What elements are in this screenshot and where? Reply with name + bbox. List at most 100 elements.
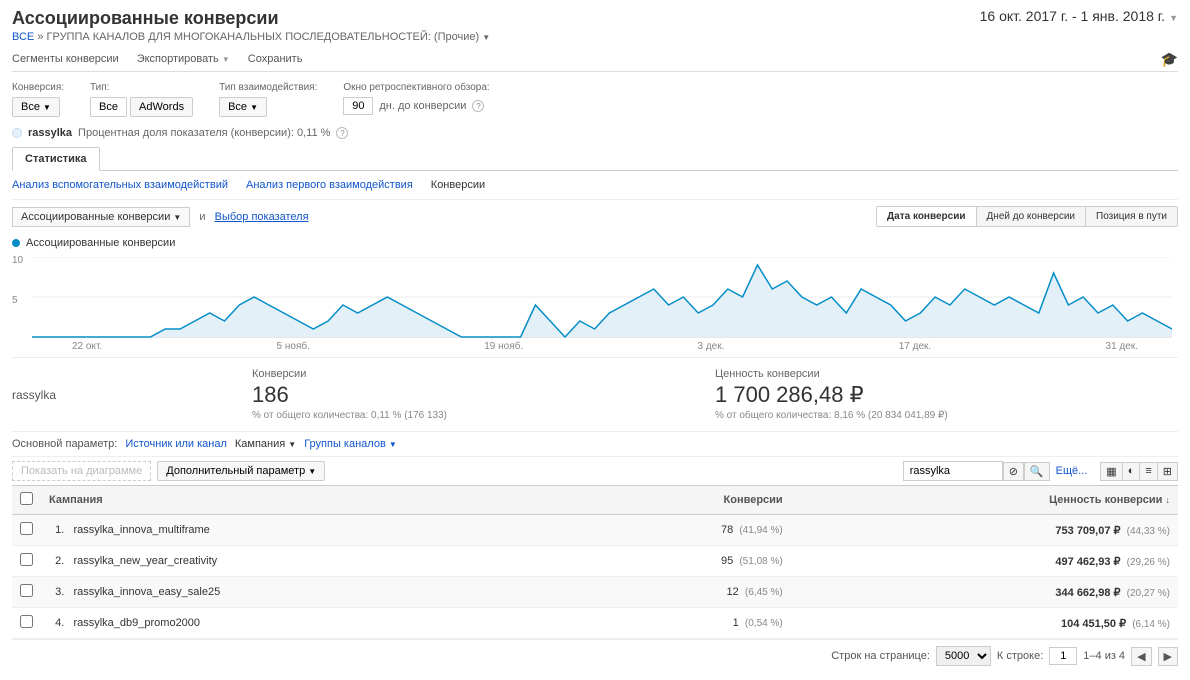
x-tick: 22 окт. [72, 341, 102, 352]
x-tick: 31 дек. [1106, 341, 1138, 352]
col-campaign[interactable]: Кампания [41, 486, 571, 515]
search-input[interactable] [903, 461, 1003, 481]
row-value: 753 709,07 ₽ (44,33 %) [791, 515, 1178, 546]
x-tick: 19 нояб. [484, 341, 523, 352]
secondary-dimension-select[interactable]: Дополнительный параметр ▼ [157, 461, 325, 481]
helper-analysis-link[interactable]: Анализ вспомогательных взаимодействий [12, 179, 228, 191]
help-icon[interactable]: ? [472, 100, 484, 112]
first-interaction-link[interactable]: Анализ первого взаимодействия [246, 179, 413, 191]
x-tick: 17 дек. [899, 341, 931, 352]
row-conversions: 12 (6,45 %) [571, 577, 791, 608]
summary-group-label: rassylka [12, 368, 252, 421]
conversions-pct: % от общего количества: 0,11 % (176 133) [252, 410, 715, 421]
conversion-value-value: 1 700 286,48 ₽ [715, 382, 1178, 408]
row-campaign[interactable]: 1. rassylka_innova_multiframe [41, 515, 571, 546]
sort-down-icon: ↓ [1166, 495, 1171, 505]
vs-metric-link[interactable]: Выбор показателя [215, 211, 309, 223]
y-tick-5: 5 [12, 295, 18, 306]
export-menu[interactable]: Экспортировать ▼ [137, 53, 230, 65]
legend-label: Ассоциированные конверсии [26, 237, 175, 249]
dim-campaign-link[interactable]: Кампания ▼ [235, 438, 296, 450]
view-table-icon[interactable]: ▦ [1100, 462, 1122, 481]
segment-name[interactable]: rassylka [28, 127, 72, 139]
interaction-label: Тип взаимодействия: [219, 82, 317, 93]
lookback-input[interactable] [343, 97, 373, 115]
goto-row-input[interactable] [1049, 647, 1077, 665]
row-value: 104 451,50 ₽ (6,14 %) [791, 608, 1178, 639]
clear-search-icon[interactable]: ⊘ [1003, 462, 1024, 481]
conversion-value-pct: % от общего количества: 8,16 % (20 834 0… [715, 410, 1178, 421]
segment-dot-icon [12, 128, 22, 138]
x-tick: 3 дек. [698, 341, 725, 352]
data-table: Кампания Конверсии Ценность конверсии ↓ … [12, 486, 1178, 639]
table-row: 4. rassylka_db9_promo2000 1 (0,54 %) 104… [12, 608, 1178, 639]
conversion-segments-link[interactable]: Сегменты конверсии [12, 53, 119, 65]
col-conversions[interactable]: Конверсии [571, 486, 791, 515]
type-adwords-button[interactable]: AdWords [130, 97, 193, 117]
row-campaign[interactable]: 3. rassylka_innova_easy_sale25 [41, 577, 571, 608]
view-percentage-icon[interactable]: ◐ [1122, 462, 1141, 481]
chart-svg [32, 257, 1172, 339]
view-performance-icon[interactable]: ≡ [1139, 462, 1157, 481]
education-icon[interactable]: 🎓 [1161, 51, 1178, 68]
row-value: 497 462,93 ₽ (29,26 %) [791, 546, 1178, 577]
conversion-select[interactable]: Все ▼ [12, 97, 60, 117]
save-link[interactable]: Сохранить [248, 53, 303, 65]
next-page-button[interactable]: ▶ [1158, 647, 1178, 666]
pager-range: 1–4 из 4 [1083, 650, 1125, 662]
chevron-down-icon: ▼ [222, 55, 230, 64]
row-conversions: 1 (0,54 %) [571, 608, 791, 639]
table-row: 2. rassylka_new_year_creativity 95 (51,0… [12, 546, 1178, 577]
row-checkbox[interactable] [20, 522, 33, 535]
and-text: и [199, 211, 205, 223]
table-row: 1. rassylka_innova_multiframe 78 (41,94 … [12, 515, 1178, 546]
interaction-select[interactable]: Все ▼ [219, 97, 267, 117]
date-range-picker[interactable]: 16 окт. 2017 г. - 1 янв. 2018 г.▼ [980, 8, 1178, 24]
row-value: 344 662,98 ₽ (20,27 %) [791, 577, 1178, 608]
search-icon[interactable]: 🔍 [1024, 462, 1050, 481]
conversions-title: Конверсии [252, 368, 715, 380]
conversions-value: 186 [252, 382, 715, 408]
page-title: Ассоциированные конверсии [12, 8, 490, 29]
help-icon[interactable]: ? [336, 127, 348, 139]
conversions-link[interactable]: Конверсии [431, 179, 485, 191]
goto-row-label: К строке: [997, 650, 1043, 662]
metric-select[interactable]: Ассоциированные конверсии ▼ [12, 207, 190, 227]
row-campaign[interactable]: 4. rassylka_db9_promo2000 [41, 608, 571, 639]
y-tick-10: 10 [12, 255, 23, 266]
select-all-checkbox[interactable] [20, 492, 33, 505]
legend-dot-icon [12, 239, 20, 247]
dim-source-link[interactable]: Источник или канал [125, 438, 227, 450]
segment-description: Процентная доля показателя (конверсии): … [78, 127, 330, 139]
row-checkbox[interactable] [20, 615, 33, 628]
lookback-suffix: дн. до конверсии [379, 100, 466, 112]
chart-tab-date[interactable]: Дата конверсии [877, 207, 976, 226]
row-conversions: 78 (41,94 %) [571, 515, 791, 546]
tab-statistics[interactable]: Статистика [12, 147, 100, 171]
rows-per-page-select[interactable]: 5000 [936, 646, 991, 666]
table-row: 3. rassylka_innova_easy_sale25 12 (6,45 … [12, 577, 1178, 608]
chart-tab-days[interactable]: Дней до конверсии [976, 207, 1085, 226]
dim-channel-groups-link[interactable]: Группы каналов ▼ [304, 438, 397, 450]
x-tick: 5 нояб. [277, 341, 310, 352]
advanced-search-link[interactable]: Ещё... [1056, 465, 1088, 477]
plot-rows-button: Показать на диаграмме [12, 461, 151, 481]
primary-dimension-label: Основной параметр: [12, 438, 117, 450]
view-comparison-icon[interactable]: ⊞ [1157, 462, 1178, 481]
row-conversions: 95 (51,08 %) [571, 546, 791, 577]
rows-per-page-label: Строк на странице: [831, 650, 930, 662]
conversion-value-title: Ценность конверсии [715, 368, 1178, 380]
chevron-down-icon: ▼ [1169, 13, 1178, 23]
breadcrumb-caret-icon[interactable]: ▼ [482, 33, 490, 42]
col-value[interactable]: Ценность конверсии ↓ [791, 486, 1178, 515]
breadcrumb-all[interactable]: ВСЕ [12, 31, 34, 43]
prev-page-button[interactable]: ◀ [1131, 647, 1151, 666]
breadcrumb-path: ГРУППА КАНАЛОВ ДЛЯ МНОГОКАНАЛЬНЫХ ПОСЛЕД… [47, 31, 480, 43]
type-label: Тип: [90, 82, 193, 93]
row-checkbox[interactable] [20, 584, 33, 597]
type-all-button[interactable]: Все [90, 97, 127, 117]
lookback-label: Окно ретроспективного обзора: [343, 82, 489, 93]
row-campaign[interactable]: 2. rassylka_new_year_creativity [41, 546, 571, 577]
chart-tab-position[interactable]: Позиция в пути [1085, 207, 1177, 226]
row-checkbox[interactable] [20, 553, 33, 566]
